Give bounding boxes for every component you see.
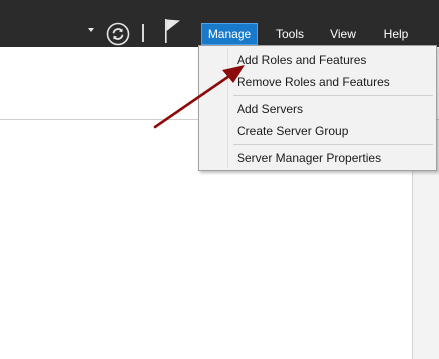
menu-item-add-roles-and-features[interactable]: Add Roles and Features	[237, 50, 366, 70]
menu-item-create-server-group[interactable]: Create Server Group	[237, 121, 348, 141]
flag-icon[interactable]	[163, 18, 183, 44]
menu-separator	[233, 144, 433, 145]
menu-item-remove-roles-and-features[interactable]: Remove Roles and Features	[237, 72, 390, 92]
dropdown-caret-icon[interactable]	[88, 28, 94, 32]
menu-tools[interactable]: Tools	[270, 24, 310, 44]
menu-view[interactable]: View	[325, 24, 361, 44]
manage-dropdown-menu: Add Roles and Features Remove Roles and …	[198, 45, 437, 171]
menu-item-server-manager-properties[interactable]: Server Manager Properties	[237, 148, 381, 168]
menu-separator	[233, 95, 433, 96]
menu-icon-gutter	[227, 48, 228, 168]
refresh-icon[interactable]	[106, 22, 130, 46]
toolbar-separator	[142, 24, 144, 42]
menu-help[interactable]: Help	[378, 24, 414, 44]
title-bar: Manage Tools View Help	[0, 0, 439, 47]
menu-item-add-servers[interactable]: Add Servers	[237, 99, 303, 119]
menu-manage[interactable]: Manage	[201, 23, 258, 45]
